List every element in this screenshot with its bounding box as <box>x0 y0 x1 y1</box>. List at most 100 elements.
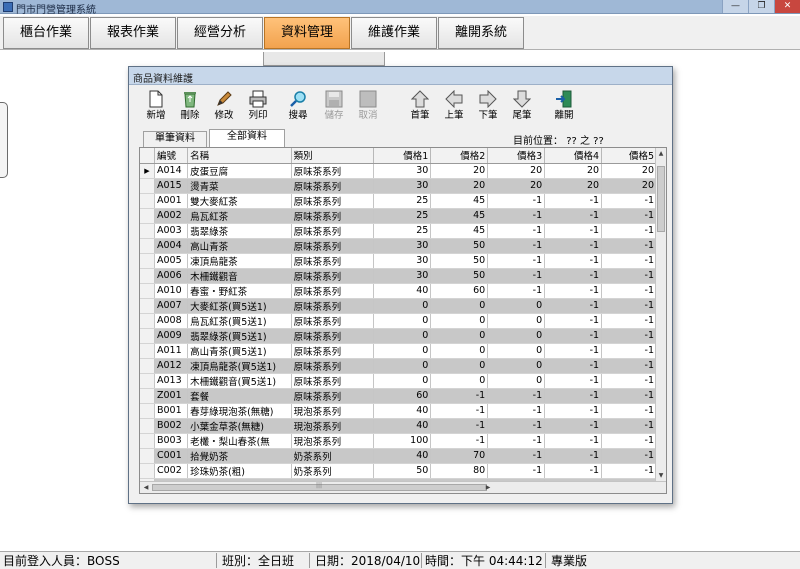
cell-category[interactable]: 現泡茶系列 <box>291 403 375 419</box>
first-record-button[interactable]: 首筆 <box>403 89 437 125</box>
table-row[interactable]: B002 小葉金草茶(無糖) 現泡茶系列 40 -1 -1 -1 -1 <box>140 418 657 434</box>
cell-name[interactable]: 老欉・梨山春茶(無 <box>187 433 292 449</box>
cell-price[interactable]: 20 <box>601 178 657 194</box>
cell-price[interactable]: 0 <box>487 298 546 314</box>
cell-category[interactable]: 原味茶系列 <box>291 298 375 314</box>
menu-counter-ops[interactable]: 櫃台作業 <box>3 17 89 49</box>
cell-price[interactable]: 20 <box>430 163 489 179</box>
cell-price[interactable]: 45 <box>430 223 489 239</box>
column-header[interactable]: 價格5 <box>601 148 657 164</box>
cell-category[interactable]: 原味茶系列 <box>291 268 375 284</box>
cell-price[interactable]: 20 <box>544 163 603 179</box>
cell-code[interactable]: Z001 <box>154 388 189 404</box>
column-header[interactable]: 價格4 <box>544 148 603 164</box>
cell-name[interactable]: 拾覺奶茶 <box>187 448 292 464</box>
cell-price[interactable]: -1 <box>487 418 546 434</box>
cell-code[interactable]: B003 <box>154 433 189 449</box>
cell-name[interactable]: 燙青菜 <box>187 178 292 194</box>
cell-price[interactable]: 0 <box>487 373 546 389</box>
cell-price[interactable]: 30 <box>373 268 432 284</box>
cell-price[interactable]: 25 <box>373 223 432 239</box>
cell-code[interactable]: A003 <box>154 223 189 239</box>
menu-analysis[interactable]: 經營分析 <box>177 17 263 49</box>
exit-button[interactable]: 離開 <box>547 89 581 125</box>
cell-price[interactable]: -1 <box>487 433 546 449</box>
cell-price[interactable]: -1 <box>601 328 657 344</box>
cell-price[interactable]: -1 <box>487 238 546 254</box>
save-button[interactable]: 儲存 <box>317 89 351 125</box>
cell-price[interactable]: -1 <box>487 268 546 284</box>
row-indicator[interactable] <box>140 343 156 359</box>
cell-code[interactable]: A001 <box>154 193 189 209</box>
cell-price[interactable]: -1 <box>601 238 657 254</box>
table-row[interactable]: A004 高山青茶 原味茶系列 30 50 -1 -1 -1 <box>140 238 657 254</box>
cell-price[interactable]: -1 <box>487 283 546 299</box>
cell-category[interactable]: 奶茶系列 <box>291 463 375 479</box>
table-row[interactable]: C001 拾覺奶茶 奶茶系列 40 70 -1 -1 -1 <box>140 448 657 464</box>
table-row[interactable]: A008 烏瓦紅茶(買5送1) 原味茶系列 0 0 0 -1 -1 <box>140 313 657 329</box>
cell-price[interactable]: 50 <box>373 463 432 479</box>
cell-price[interactable]: -1 <box>544 448 603 464</box>
cell-price[interactable]: -1 <box>544 208 603 224</box>
row-indicator[interactable] <box>140 388 156 404</box>
cell-price[interactable]: 0 <box>373 358 432 374</box>
cell-price[interactable]: -1 <box>430 433 489 449</box>
row-indicator[interactable] <box>140 463 156 479</box>
maximize-button[interactable]: ❐ <box>748 0 774 13</box>
cell-price[interactable]: -1 <box>487 223 546 239</box>
cell-price[interactable]: 0 <box>373 298 432 314</box>
cell-price[interactable]: 40 <box>373 418 432 434</box>
table-row[interactable]: B001 春芽綠現泡茶(無糖) 現泡茶系列 40 -1 -1 -1 -1 <box>140 403 657 419</box>
row-indicator[interactable] <box>140 178 156 194</box>
edit-button[interactable]: 修改 <box>207 89 241 125</box>
cell-name[interactable]: 小葉金草茶(無糖) <box>187 418 292 434</box>
cell-name[interactable]: 翡翠綠茶 <box>187 223 292 239</box>
previous-record-button[interactable]: 上筆 <box>437 89 471 125</box>
tab-single-record[interactable]: 單筆資料 <box>143 131 207 147</box>
cell-price[interactable]: -1 <box>601 283 657 299</box>
cell-category[interactable]: 原味茶系列 <box>291 238 375 254</box>
cell-price[interactable]: -1 <box>544 463 603 479</box>
row-indicator[interactable] <box>140 313 156 329</box>
cell-price[interactable]: -1 <box>601 463 657 479</box>
menu-maintenance[interactable]: 維護作業 <box>351 17 437 49</box>
table-row[interactable]: B003 老欉・梨山春茶(無 現泡茶系列 100 -1 -1 -1 -1 <box>140 433 657 449</box>
cell-price[interactable]: 25 <box>373 193 432 209</box>
cell-name[interactable]: 皮蛋豆腐 <box>187 163 292 179</box>
cell-category[interactable]: 原味茶系列 <box>291 178 375 194</box>
scroll-down-icon[interactable]: ▼ <box>656 471 666 481</box>
cell-code[interactable]: A013 <box>154 373 189 389</box>
cell-price[interactable]: -1 <box>601 223 657 239</box>
table-row[interactable]: Z001 套餐 原味茶系列 60 -1 -1 -1 -1 <box>140 388 657 404</box>
cell-name[interactable]: 珍珠奶茶(粗) <box>187 463 292 479</box>
table-row[interactable]: ▶ A014 皮蛋豆腐 原味茶系列 30 20 20 20 20 <box>140 163 657 179</box>
vertical-scroll-thumb[interactable] <box>657 166 665 232</box>
table-row[interactable]: A011 高山青茶(買5送1) 原味茶系列 0 0 0 -1 -1 <box>140 343 657 359</box>
cell-price[interactable]: 0 <box>430 343 489 359</box>
cell-code[interactable]: A007 <box>154 298 189 314</box>
add-button[interactable]: 新增 <box>139 89 173 125</box>
cell-code[interactable]: A011 <box>154 343 189 359</box>
row-indicator[interactable] <box>140 403 156 419</box>
cell-price[interactable]: 0 <box>487 328 546 344</box>
cell-price[interactable]: -1 <box>602 493 657 494</box>
cell-name[interactable]: 凍頂烏龍茶(買5送1) <box>187 358 292 374</box>
cell-price[interactable]: -1 <box>487 193 546 209</box>
cell-price[interactable]: 60 <box>430 283 489 299</box>
cell-price[interactable]: 20 <box>430 178 489 194</box>
cell-price[interactable]: -1 <box>430 418 489 434</box>
cell-category[interactable]: 原味茶系列 <box>291 313 375 329</box>
tab-all-records[interactable]: 全部資料 <box>209 129 285 147</box>
cell-price[interactable]: -1 <box>601 433 657 449</box>
cell-price[interactable]: 20 <box>487 178 546 194</box>
table-row[interactable]: A012 凍頂烏龍茶(買5送1) 原味茶系列 0 0 0 -1 -1 <box>140 358 657 374</box>
table-row[interactable]: A006 木柵鐵觀音 原味茶系列 30 50 -1 -1 -1 <box>140 268 657 284</box>
cell-price[interactable]: -1 <box>487 208 546 224</box>
cell-code[interactable]: A008 <box>154 313 189 329</box>
cell-price[interactable]: -1 <box>601 193 657 209</box>
row-indicator[interactable] <box>140 493 154 494</box>
cell-price[interactable]: -1 <box>601 358 657 374</box>
cell-price[interactable]: -1 <box>544 343 603 359</box>
cell-name[interactable]: 翡翠綠茶(買5送1) <box>187 328 292 344</box>
cell-price[interactable]: 100 <box>373 433 432 449</box>
